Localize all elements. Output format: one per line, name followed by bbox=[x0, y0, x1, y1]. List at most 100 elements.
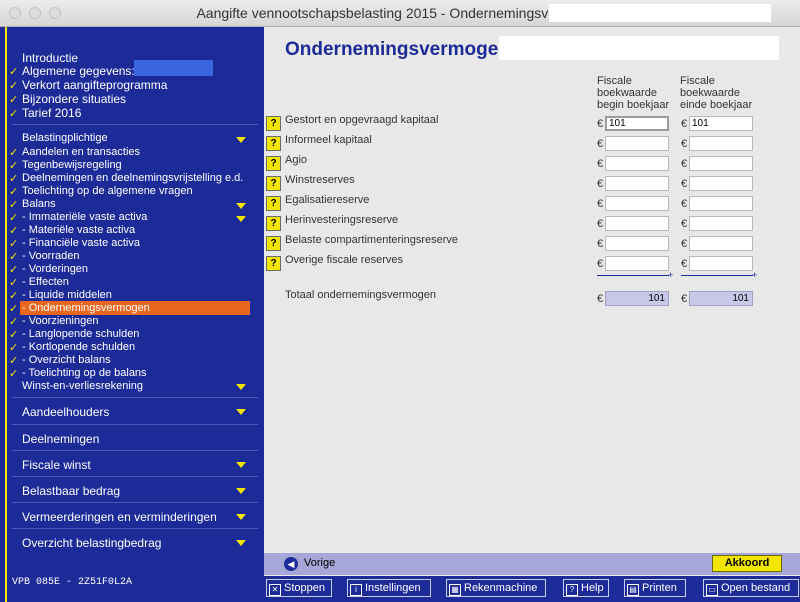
sidebar-section-aandeelhouders[interactable]: Aandeelhouders bbox=[22, 405, 109, 419]
help-icon[interactable]: ? bbox=[266, 216, 281, 231]
help-icon[interactable]: ? bbox=[266, 176, 281, 191]
sidebar-section-vermeerderingen[interactable]: Vermeerderingen en verminderingen bbox=[22, 510, 217, 524]
sidebar-item-deelnemingen-vrijstelling[interactable]: Deelnemingen en deelnemingsvrijstelling … bbox=[22, 172, 243, 184]
help-button[interactable]: ? Help bbox=[563, 579, 609, 597]
row-label: Gestort en opgevraagd kapitaal bbox=[285, 114, 439, 126]
sidebar-item-tarief-2016[interactable]: Tarief 2016 bbox=[22, 106, 81, 120]
instellingen-button[interactable]: i Instellingen bbox=[347, 579, 431, 597]
redacted-title-box bbox=[549, 4, 771, 22]
help-icon[interactable]: ? bbox=[266, 236, 281, 251]
sidebar-item-effecten[interactable]: - Effecten bbox=[22, 276, 69, 288]
sidebar-item-overzicht-balans[interactable]: - Overzicht balans bbox=[22, 354, 111, 366]
sidebar-item-winst-en-verliesrekening[interactable]: Winst-en-verliesrekening bbox=[22, 380, 143, 392]
end-value-input[interactable] bbox=[689, 216, 753, 231]
open-bestand-button[interactable]: ▭ Open bestand bbox=[703, 579, 799, 597]
end-value-input[interactable] bbox=[689, 156, 753, 171]
sidebar-item-balans[interactable]: Balans bbox=[22, 198, 56, 210]
sidebar-item-materiele-vaste-activa[interactable]: - Materiële vaste activa bbox=[22, 224, 135, 236]
rekenmachine-button[interactable]: ▦ Rekenmachine bbox=[446, 579, 546, 597]
sidebar-item-algemene-gegevens[interactable]: Algemene gegevens: bbox=[22, 64, 135, 78]
help-icon[interactable]: ? bbox=[266, 136, 281, 151]
end-value-input[interactable] bbox=[689, 236, 753, 251]
sidebar-item-bijzondere-situaties[interactable]: Bijzondere situaties bbox=[22, 92, 126, 106]
check-icon: ✓ bbox=[9, 238, 19, 250]
chevron-down-icon[interactable] bbox=[236, 462, 246, 468]
check-icon: ✓ bbox=[9, 303, 19, 315]
sidebar-item-tegenbewijsregeling[interactable]: Tegenbewijsregeling bbox=[22, 159, 122, 171]
chevron-down-icon[interactable] bbox=[236, 540, 246, 546]
sidebar-item-langlopende-schulden[interactable]: - Langlopende schulden bbox=[22, 328, 139, 340]
chevron-down-icon[interactable] bbox=[236, 384, 246, 390]
chevron-down-icon[interactable] bbox=[236, 488, 246, 494]
sidebar-item-immateriele-vaste-activa[interactable]: - Immateriële vaste activa bbox=[22, 211, 147, 223]
column-header-begin-line: boekwaarde bbox=[597, 87, 657, 99]
begin-value-input[interactable] bbox=[605, 136, 669, 151]
check-icon: ✓ bbox=[9, 199, 19, 211]
check-icon: ✓ bbox=[9, 316, 19, 328]
sidebar-item-toelichting-algemene-vragen[interactable]: Toelichting op de algemene vragen bbox=[22, 185, 193, 197]
chevron-down-icon[interactable] bbox=[236, 203, 246, 209]
sidebar-item-financiele-vaste-activa[interactable]: - Financiële vaste activa bbox=[22, 237, 140, 249]
check-icon: ✓ bbox=[9, 108, 19, 120]
sidebar-item-belastingplichtige[interactable]: Belastingplichtige bbox=[22, 132, 108, 144]
redacted-header-box bbox=[499, 36, 779, 60]
end-value-input[interactable] bbox=[689, 116, 753, 131]
end-value-input[interactable] bbox=[689, 256, 753, 271]
previous-button[interactable]: ◀ Vorige bbox=[284, 556, 342, 572]
chevron-down-icon[interactable] bbox=[236, 137, 246, 143]
sidebar-item-vorderingen[interactable]: - Vorderingen bbox=[22, 263, 88, 275]
euro-sign: € bbox=[597, 218, 604, 230]
sidebar-item-liquide-middelen[interactable]: - Liquide middelen bbox=[22, 289, 112, 301]
euro-sign: € bbox=[681, 178, 688, 190]
sidebar-item-ondernemingsvermogen[interactable]: - Ondernemingsvermogen bbox=[22, 302, 150, 314]
help-icon[interactable]: ? bbox=[266, 256, 281, 271]
sidebar-section-belastbaar-bedrag[interactable]: Belastbaar bedrag bbox=[22, 484, 120, 498]
sidebar-section-deelnemingen[interactable]: Deelnemingen bbox=[22, 432, 99, 446]
chevron-down-icon[interactable] bbox=[236, 514, 246, 520]
help-icon[interactable]: ? bbox=[266, 156, 281, 171]
euro-sign: € bbox=[597, 198, 604, 210]
sidebar-item-aandelen-transacties[interactable]: Aandelen en transacties bbox=[22, 146, 140, 158]
total-begin-value: 101 bbox=[605, 291, 669, 306]
help-icon[interactable]: ? bbox=[266, 196, 281, 211]
euro-sign: € bbox=[681, 158, 688, 170]
begin-value-input[interactable] bbox=[605, 236, 669, 251]
sidebar-item-kortlopende-schulden[interactable]: - Kortlopende schulden bbox=[22, 341, 135, 353]
printen-button[interactable]: ▤ Printen bbox=[624, 579, 686, 597]
total-label: Totaal ondernemingsvermogen bbox=[285, 289, 437, 301]
end-value-input[interactable] bbox=[689, 136, 753, 151]
previous-button-label: Vorige bbox=[304, 557, 336, 569]
begin-value-input[interactable] bbox=[605, 196, 669, 211]
page-title: Ondernemingsvermogen bbox=[285, 39, 510, 60]
plus-sign: + bbox=[752, 270, 758, 280]
akkoord-button[interactable]: Akkoord bbox=[712, 555, 782, 572]
begin-value-input[interactable] bbox=[605, 156, 669, 171]
euro-sign: € bbox=[597, 178, 604, 190]
end-value-input[interactable] bbox=[689, 176, 753, 191]
end-value-input[interactable] bbox=[689, 196, 753, 211]
info-icon: i bbox=[350, 584, 362, 596]
sidebar-item-introductie[interactable]: Introductie bbox=[22, 51, 78, 65]
begin-value-input[interactable] bbox=[605, 216, 669, 231]
help-icon[interactable]: ? bbox=[266, 116, 281, 131]
begin-value-input[interactable] bbox=[605, 176, 669, 191]
sidebar-section-overzicht-belastingbedrag[interactable]: Overzicht belastingbedrag bbox=[22, 536, 161, 550]
check-icon: ✓ bbox=[9, 251, 19, 263]
check-icon: ✓ bbox=[9, 186, 19, 198]
begin-value-input[interactable] bbox=[605, 116, 669, 131]
chevron-down-icon[interactable] bbox=[236, 409, 246, 415]
row-label: Belaste compartimenteringsreserve bbox=[285, 234, 459, 246]
sidebar-item-toelichting-balans[interactable]: - Toelichting op de balans bbox=[22, 367, 147, 379]
begin-value-input[interactable] bbox=[605, 256, 669, 271]
sidebar-divider bbox=[12, 476, 258, 477]
column-header-begin-line: begin boekjaar bbox=[597, 99, 670, 111]
chevron-down-icon[interactable] bbox=[236, 216, 246, 222]
sidebar-item-voorzieningen[interactable]: - Voorzieningen bbox=[22, 315, 98, 327]
sidebar-item-voorraden[interactable]: - Voorraden bbox=[22, 250, 79, 262]
sidebar-divider bbox=[12, 502, 258, 503]
sidebar-item-verkort-aangifteprogramma[interactable]: Verkort aangifteprogramma bbox=[22, 78, 167, 92]
euro-sign: € bbox=[681, 198, 688, 210]
stoppen-button[interactable]: ✕ Stoppen bbox=[266, 579, 332, 597]
row-label: Egalisatiereserve bbox=[285, 194, 370, 206]
sidebar-section-fiscale-winst[interactable]: Fiscale winst bbox=[22, 458, 91, 472]
